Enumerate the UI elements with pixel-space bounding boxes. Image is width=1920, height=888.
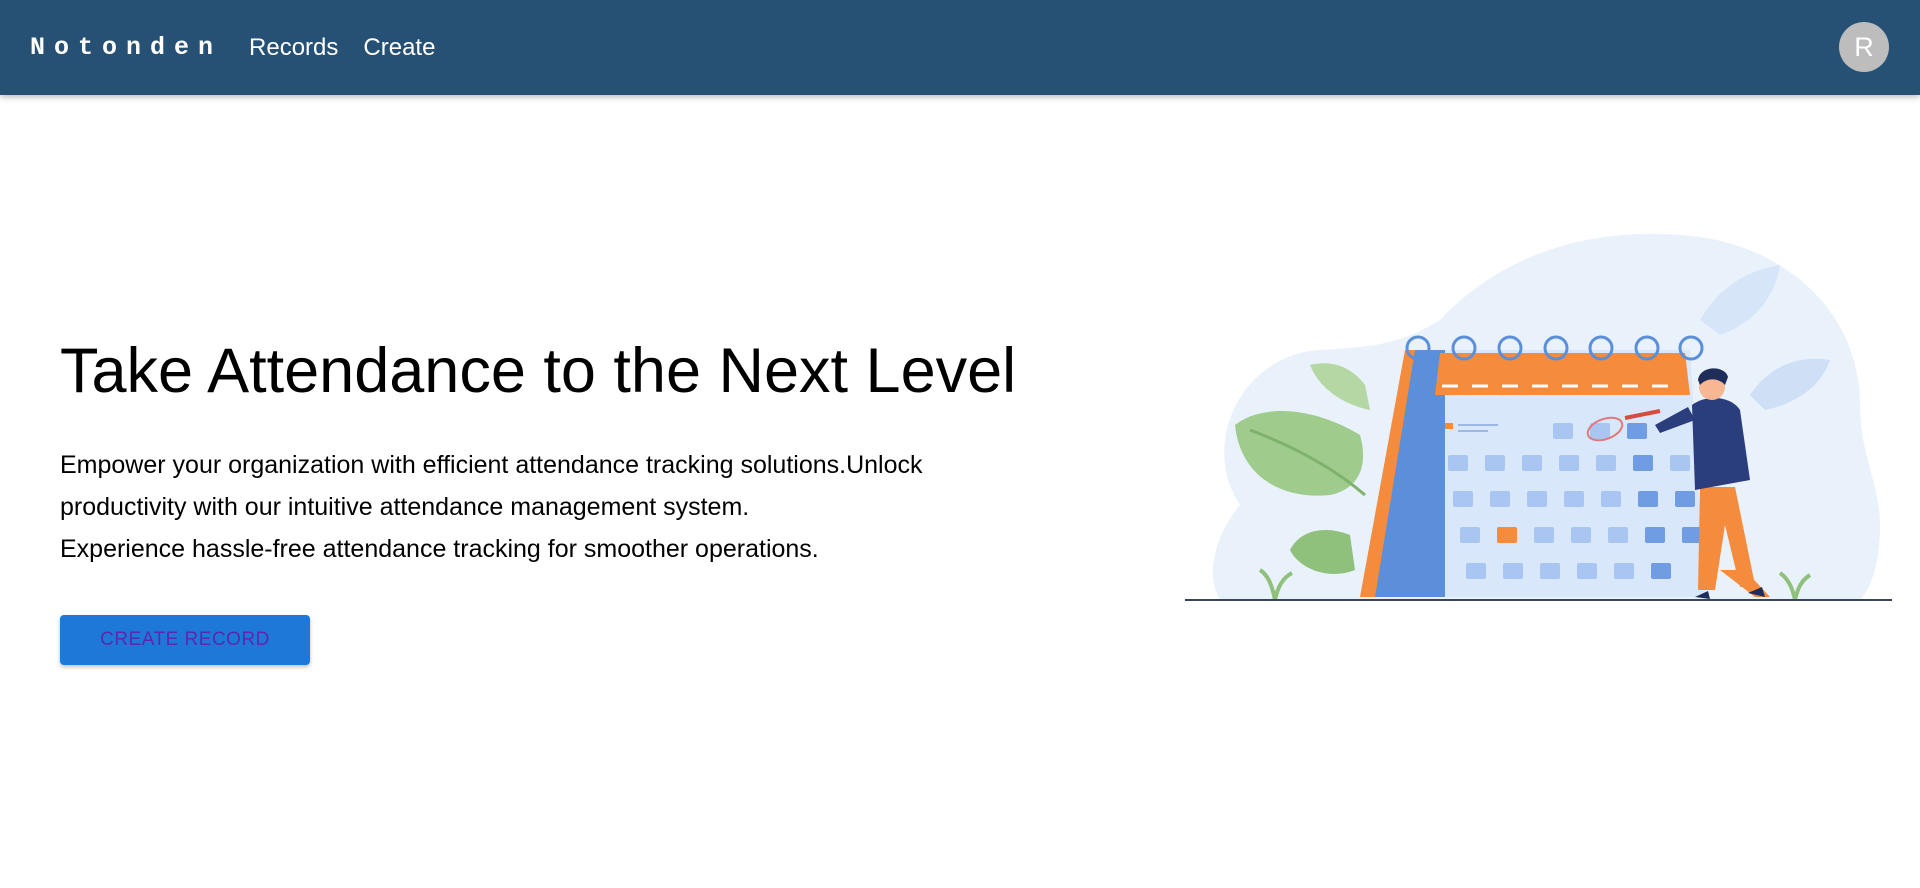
brand-logo[interactable]: Notonden <box>30 35 222 60</box>
nav-link-create[interactable]: Create <box>363 35 435 60</box>
hero-description-line: Experience hassle-free attendance tracki… <box>60 535 819 563</box>
hero-description: Empower your organization with efficient… <box>60 444 1020 570</box>
main-nav: Records Create <box>249 35 460 60</box>
calendar-person-illustration <box>1185 233 1892 601</box>
user-avatar[interactable]: R <box>1839 22 1889 72</box>
nav-link-records[interactable]: Records <box>249 35 338 60</box>
app-bar: Notonden Records Create R <box>0 0 1920 95</box>
hero-description-line: Empower your organization with efficient… <box>60 451 923 521</box>
hero-title: Take Attendance to the Next Level <box>60 336 1017 406</box>
create-record-button[interactable]: CREATE RECORD <box>60 615 310 665</box>
